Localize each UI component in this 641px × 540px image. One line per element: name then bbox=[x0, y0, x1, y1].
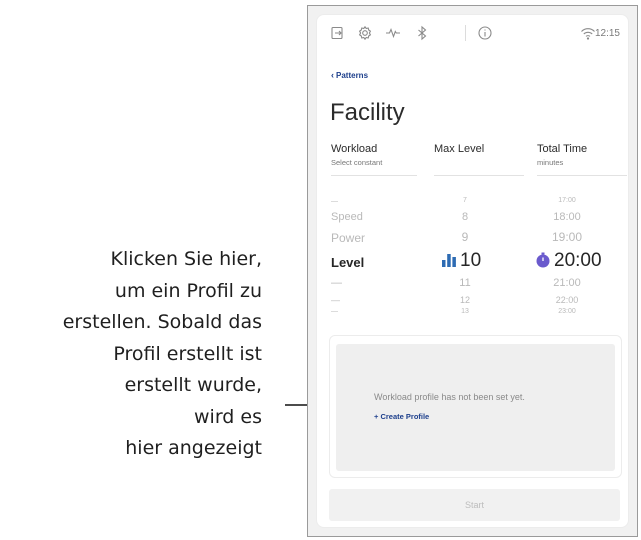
workload-option[interactable]: Power bbox=[331, 231, 365, 245]
app-screen: 12:15 ‹ Patterns Facility Workload Select… bbox=[316, 14, 629, 528]
time-option-selected[interactable]: 20:00 bbox=[554, 250, 602, 272]
back-link[interactable]: ‹ Patterns bbox=[331, 70, 368, 80]
profile-panel: Workload profile has not been set yet. +… bbox=[329, 335, 622, 478]
column-header-total-time: Total Time minutes bbox=[537, 143, 587, 167]
time-option[interactable]: 21:00 bbox=[537, 277, 597, 289]
callout-line: wird es bbox=[194, 405, 262, 428]
level-option[interactable]: 8 bbox=[435, 211, 495, 223]
status-bar: 12:15 bbox=[317, 15, 628, 51]
page-title: Facility bbox=[330, 99, 405, 126]
column-heading: Total Time bbox=[537, 143, 588, 155]
level-option[interactable]: 9 bbox=[435, 230, 495, 244]
column-subheading: minutes bbox=[537, 158, 564, 167]
chevron-left-icon: ‹ bbox=[331, 70, 334, 80]
profile-empty-message: Workload profile has not been set yet. bbox=[374, 392, 525, 402]
clock-time: 12:15 bbox=[594, 28, 620, 39]
column-header-max-level: Max Level bbox=[434, 143, 484, 158]
time-option[interactable]: 19:00 bbox=[537, 230, 597, 244]
column-underline bbox=[331, 175, 417, 176]
callout-line: erstellen. Sobald das bbox=[62, 311, 262, 333]
workload-option[interactable]: — bbox=[331, 295, 340, 305]
level-option[interactable]: 7 bbox=[435, 197, 495, 204]
bluetooth-icon[interactable] bbox=[414, 25, 430, 41]
column-header-workload: Workload Select constant bbox=[331, 143, 382, 167]
column-underline bbox=[537, 175, 627, 176]
time-option[interactable]: 22:00 bbox=[537, 295, 597, 305]
callout-line: Klicken Sie hier, bbox=[110, 248, 263, 270]
column-subheading: Select constant bbox=[331, 158, 383, 167]
column-heading: Workload bbox=[331, 143, 378, 155]
callout-line: Profil erstellt ist bbox=[113, 342, 262, 365]
workload-option-selected[interactable]: Level bbox=[331, 255, 364, 270]
info-icon[interactable] bbox=[477, 25, 493, 41]
column-heading: Max Level bbox=[434, 143, 485, 155]
device-frame: 12:15 ‹ Patterns Facility Workload Select… bbox=[307, 5, 638, 537]
level-option-selected[interactable]: 10 bbox=[460, 250, 481, 272]
workload-option[interactable]: — bbox=[331, 198, 338, 205]
callout-line: hier angezeigt bbox=[125, 437, 262, 459]
exit-icon[interactable] bbox=[329, 25, 345, 41]
time-option[interactable]: 17:00 bbox=[537, 197, 597, 204]
time-option[interactable]: 18:00 bbox=[537, 211, 597, 223]
column-underline bbox=[434, 175, 524, 176]
callout-text: Klicken Sie hier, um ein Profil zu erste… bbox=[0, 244, 262, 465]
workload-option[interactable]: Speed bbox=[331, 211, 363, 223]
level-option[interactable]: 11 bbox=[435, 277, 495, 289]
timer-icon bbox=[536, 252, 550, 268]
profile-placeholder: Workload profile has not been set yet. +… bbox=[336, 344, 615, 471]
settings-icon[interactable] bbox=[357, 25, 373, 41]
callout-line: um ein Profil zu bbox=[114, 279, 262, 302]
heart-rate-icon[interactable] bbox=[385, 25, 401, 41]
time-option[interactable]: 23:00 bbox=[537, 308, 597, 315]
start-button[interactable]: Start bbox=[329, 489, 620, 521]
workload-option[interactable]: — bbox=[331, 277, 342, 289]
workload-option[interactable]: — bbox=[331, 308, 338, 315]
wifi-icon bbox=[581, 28, 595, 40]
status-divider bbox=[465, 25, 466, 41]
level-option[interactable]: 12 bbox=[435, 295, 495, 305]
callout-line: erstellt wurde, bbox=[124, 374, 262, 396]
level-option[interactable]: 13 bbox=[435, 308, 495, 315]
back-label: Patterns bbox=[336, 71, 369, 80]
level-bars-icon bbox=[442, 254, 456, 267]
create-profile-link[interactable]: + Create Profile bbox=[374, 412, 429, 421]
